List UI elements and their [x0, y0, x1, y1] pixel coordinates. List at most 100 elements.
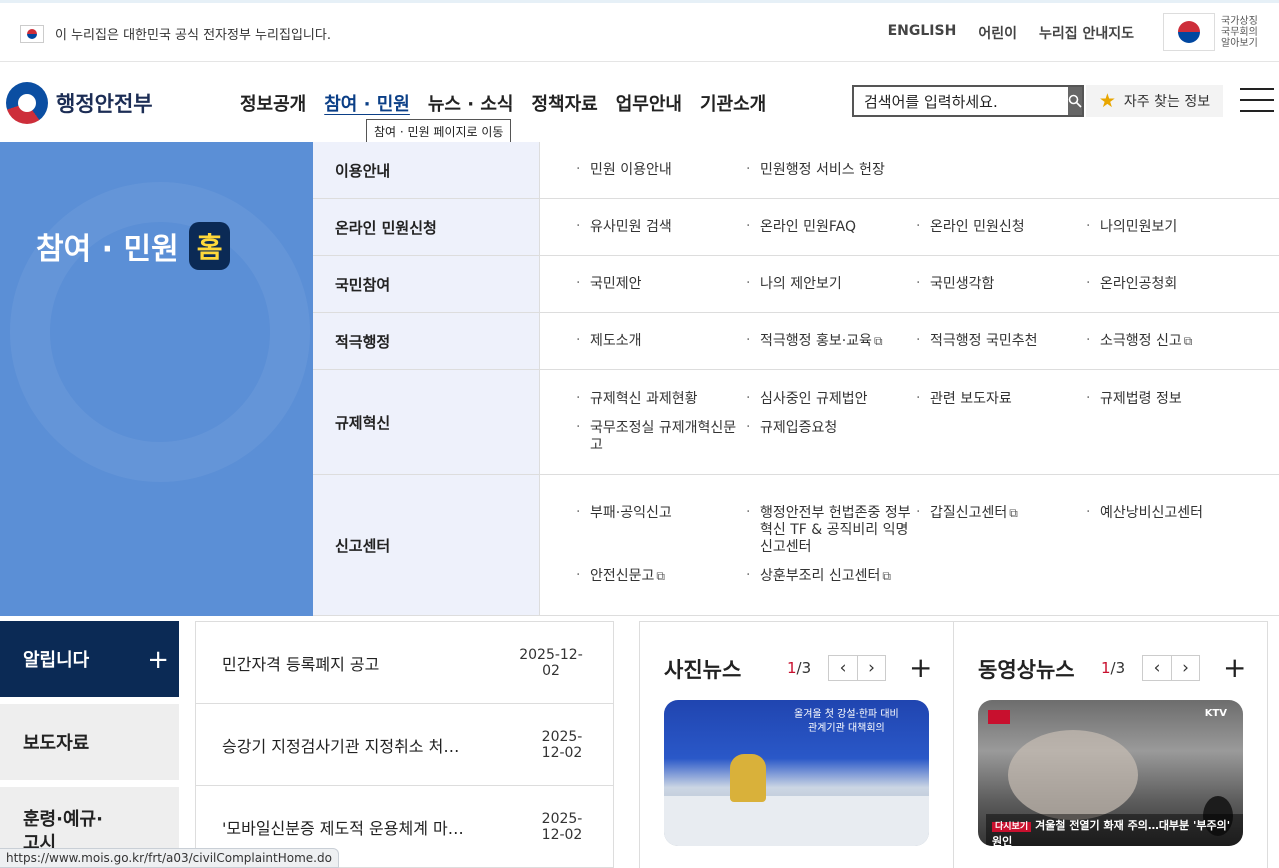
submenu-link[interactable]: 부패·공익신고	[576, 499, 746, 562]
national-symbol-link[interactable]: 국가상징 국무회의 알아보기	[1163, 13, 1265, 51]
search-box	[852, 85, 1084, 117]
submenu-link[interactable]: 국민제안	[576, 270, 746, 299]
tab-press[interactable]: 보도자료	[0, 704, 179, 780]
main-nav: 정보공개 참여 · 민원 뉴스 · 소식 정책자료 업무안내 기관소개	[240, 90, 766, 116]
favorites-button[interactable]: ★ 자주 찾는 정보	[1086, 85, 1223, 117]
submenu-link[interactable]: 상훈부조리 신고센터⧉	[746, 562, 916, 591]
submenu-row: 신고센터 부패·공익신고 행정안전부 헌법존중 정부혁신 TF & 공직비리 익명 …	[313, 475, 1279, 616]
tab-notices[interactable]: 알립니다 +	[0, 621, 179, 697]
link-kids[interactable]: 어린이	[978, 23, 1017, 43]
submenu-link[interactable]: 제도소개	[576, 327, 746, 356]
submenu-link[interactable]: 갑질신고센터⧉	[916, 499, 1086, 562]
subtitle-tag: 다시보기	[992, 822, 1032, 832]
section-title: 참여 · 민원 홈	[36, 222, 231, 270]
gov-banner: 이 누리집은 대한민국 공식 전자정부 누리집입니다. ENGLISH 어린이 …	[0, 0, 1279, 62]
search-button[interactable]	[1068, 87, 1082, 115]
prev-chevron-icon[interactable]: ‹	[829, 656, 857, 680]
submenu-link[interactable]: 민원 이용안내	[576, 156, 746, 185]
submenu-link-label: 안전신문고	[590, 568, 655, 584]
submenu-link[interactable]: 안전신문고⧉	[576, 562, 746, 591]
submenu-link[interactable]: 규제법령 정보	[1086, 385, 1256, 414]
photo-caption: 올겨울 첫 강설·한파 대비 관계기관 대책회의	[794, 709, 899, 734]
submenu-category[interactable]: 규제혁신	[313, 370, 540, 474]
gov-notice: 이 누리집은 대한민국 공식 전자정부 누리집입니다.	[55, 28, 331, 43]
link-sitemap[interactable]: 누리집 안내지도	[1039, 23, 1134, 43]
submenu-link[interactable]: 규제입증요청	[746, 414, 916, 460]
submenu-category[interactable]: 이용안내	[313, 142, 540, 198]
page-current: 1	[787, 659, 797, 677]
submenu-link[interactable]: 나의 제안보기	[746, 270, 916, 299]
notice-title: 승강기 지정검사기관 지정취소 처…	[222, 736, 460, 756]
submenu-link-label: 온라인 민원신청	[930, 218, 1025, 235]
submenu-row: 적극행정제도소개적극행정 홍보·교육⧉적극행정 국민추천소극행정 신고⧉	[313, 313, 1279, 370]
submenu-link[interactable]: 온라인공청회	[1086, 270, 1256, 299]
notice-title: '모바일신분증 제도적 운용체계 마…	[222, 818, 464, 838]
submenu-link[interactable]: 민원행정 서비스 헌장	[746, 156, 916, 185]
submenu-row: 이용안내 민원 이용안내 민원행정 서비스 헌장	[313, 142, 1279, 199]
submenu-category[interactable]: 적극행정	[313, 313, 540, 369]
submenu-link[interactable]: 행정안전부 헌법존중 정부혁신 TF & 공직비리 익명 신고센터	[746, 499, 916, 562]
submenu-link-label: 나의 제안보기	[760, 275, 842, 292]
prev-chevron-icon[interactable]: ‹	[1143, 656, 1171, 680]
more-plus-icon[interactable]: +	[909, 651, 932, 684]
external-link-icon: ⧉	[882, 569, 891, 583]
submenu-link[interactable]: 규제혁신 과제현황	[576, 385, 746, 414]
submenu-link[interactable]: 관련 보도자료	[916, 385, 1086, 414]
submenu-link[interactable]: 나의민원보기	[1086, 213, 1256, 242]
menu-hamburger-icon[interactable]	[1240, 88, 1274, 112]
page-current: 1	[1101, 659, 1111, 677]
submenu-row: 온라인 민원신청 유사민원 검색 온라인 민원FAQ 온라인 민원신청 나의민원보기	[313, 199, 1279, 256]
submenu-items: 부패·공익신고 행정안전부 헌법존중 정부혁신 TF & 공직비리 익명 신고센터…	[540, 475, 1279, 615]
nav-item-4[interactable]: 정책자료	[532, 90, 598, 116]
submenu-category[interactable]: 신고센터	[313, 475, 540, 615]
section-home-button[interactable]: 홈	[188, 222, 231, 270]
submenu-link[interactable]: 심사중인 규제법안	[746, 385, 916, 414]
submenu-link[interactable]: 온라인 민원FAQ	[746, 213, 916, 242]
next-chevron-icon[interactable]: ›	[857, 656, 885, 680]
submenu-link[interactable]: 국무조정실 규제개혁신문고	[576, 414, 746, 460]
channel-logo-icon	[988, 710, 1010, 724]
submenu-items: 규제혁신 과제현황 심사중인 규제법안 관련 보도자료 규제법령 정보국무조정실 규제…	[540, 370, 1279, 474]
submenu-link-label: 행정안전부 헌법존중 정부혁신 TF & 공직비리 익명 신고센터	[760, 505, 911, 555]
submenu-link-label: 적극행정 국민추천	[930, 332, 1038, 349]
nav-item-3[interactable]: 뉴스 · 소식	[428, 90, 514, 116]
submenu-link-label: 규제입증요청	[760, 419, 838, 436]
person-figure	[730, 754, 766, 802]
submenu-link[interactable]: 소극행정 신고⧉	[1086, 327, 1256, 356]
video-news-image[interactable]: KTV 다시보기 겨울철 전열기 화재 주의…대부분 '부주의' 원인	[978, 700, 1243, 846]
submenu-link[interactable]: 유사민원 검색	[576, 213, 746, 242]
submenu-link-label: 나의민원보기	[1100, 218, 1178, 235]
nav-item-5[interactable]: 업무안내	[616, 90, 682, 116]
notice-date: 2025-12-02	[541, 728, 583, 761]
external-link-icon: ⧉	[873, 333, 883, 348]
site-logo[interactable]: 행정안전부	[6, 82, 153, 124]
site-header: 행정안전부 정보공개 참여 · 민원 뉴스 · 소식 정책자료 업무안내 기관소개 참여 …	[0, 62, 1279, 144]
photo-news-panel: 사진뉴스 1/3 ‹ › + 올겨울 첫 강설·한파 대비 관계기관 대책회의	[639, 621, 954, 868]
submenu-link[interactable]: 온라인 민원신청	[916, 213, 1086, 242]
submenu-link[interactable]: 예산낭비신고센터	[1086, 499, 1256, 562]
notice-title: 민간자격 등록폐지 공고	[222, 654, 380, 674]
external-link-icon: ⧉	[1183, 333, 1193, 348]
external-link-icon: ⧉	[656, 569, 665, 583]
more-plus-icon[interactable]: +	[1223, 651, 1246, 684]
nav-item-2[interactable]: 참여 · 민원	[324, 90, 410, 116]
link-english[interactable]: ENGLISH	[888, 23, 957, 43]
section-hero: 참여 · 민원 홈	[0, 142, 313, 616]
submenu-link-label: 소극행정 신고	[1100, 332, 1182, 349]
submenu-link[interactable]: 국민생각함	[916, 270, 1086, 299]
submenu-category[interactable]: 온라인 민원신청	[313, 199, 540, 255]
next-chevron-icon[interactable]: ›	[1171, 656, 1199, 680]
nav-item-6[interactable]: 기관소개	[700, 90, 766, 116]
more-plus-icon[interactable]: +	[147, 645, 169, 675]
korean-flag-icon	[20, 25, 44, 43]
submenu-link-label: 심사중인 규제법안	[760, 390, 868, 407]
submenu-link[interactable]: 적극행정 국민추천	[916, 327, 1086, 356]
star-icon: ★	[1098, 90, 1116, 112]
submenu-link[interactable]: 적극행정 홍보·교육⧉	[746, 327, 916, 356]
nav-item-1[interactable]: 정보공개	[240, 90, 306, 116]
search-input[interactable]	[854, 87, 1068, 115]
notice-row[interactable]: 민간자격 등록폐지 공고 2025-12-02	[196, 622, 613, 704]
photo-news-image[interactable]: 올겨울 첫 강설·한파 대비 관계기관 대책회의	[664, 700, 929, 846]
notice-row[interactable]: 승강기 지정검사기관 지정취소 처… 2025-12-02	[196, 704, 613, 786]
submenu-category[interactable]: 국민참여	[313, 256, 540, 312]
